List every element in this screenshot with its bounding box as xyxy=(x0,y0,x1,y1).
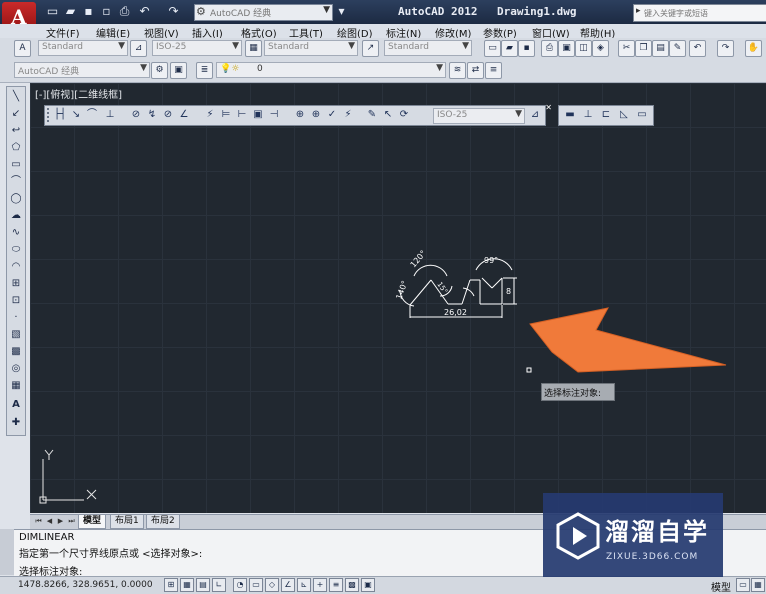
tooltip: 选择标注对象: xyxy=(541,383,615,401)
3d-object-snap-icon[interactable]: ◇ xyxy=(265,578,279,592)
pickbox-cursor xyxy=(526,367,532,373)
dim-angle-label: 140° xyxy=(394,279,409,300)
play-logo-icon xyxy=(556,512,600,560)
dim-angle-label: 99° xyxy=(484,256,498,265)
outline-edge xyxy=(461,279,471,305)
first-tab-icon[interactable]: ⏮ xyxy=(34,517,43,526)
tooltip-text: 选择标注对象: xyxy=(544,389,602,399)
coordinate-readout[interactable]: 1478.8266, 328.9651, 0.0000 xyxy=(18,580,153,590)
watermark-title: 溜溜自学 xyxy=(605,518,709,546)
infer-constraints-icon[interactable]: ⊞ xyxy=(164,578,178,592)
tab-model[interactable]: 模型 xyxy=(78,515,107,529)
tab-layout1[interactable]: 布局1 xyxy=(110,515,144,529)
angle-arc xyxy=(413,264,448,277)
allow-ucs-icon[interactable]: ⊾ xyxy=(297,578,311,592)
snap-mode-icon[interactable]: ▦ xyxy=(180,578,194,592)
dim-vertical-label: 8 xyxy=(506,287,511,296)
quick-view-layouts-icon[interactable]: ▭ xyxy=(736,578,750,592)
dim-angle-label: 15° xyxy=(435,281,449,296)
ucs-icon xyxy=(39,449,97,504)
outline-edge xyxy=(491,277,503,289)
ucs-y-letter xyxy=(44,449,50,456)
quick-properties-icon[interactable]: ▣ xyxy=(361,578,375,592)
object-snap-icon[interactable]: ▭ xyxy=(249,578,263,592)
object-snap-tracking-icon[interactable]: ∠ xyxy=(281,578,295,592)
tab-layout2[interactable]: 布局2 xyxy=(146,515,180,529)
outline-edge xyxy=(409,279,432,306)
lineweight-icon[interactable]: ≡ xyxy=(329,578,343,592)
annotation-arrow xyxy=(529,307,727,373)
prev-tab-icon[interactable]: ◀ xyxy=(45,517,54,526)
model-space-label[interactable]: 模型 xyxy=(711,579,731,594)
quick-view-drawings-icon[interactable]: ▦ xyxy=(751,578,765,592)
transparency-icon[interactable]: ▩ xyxy=(345,578,359,592)
dim-horizontal-label: 26,02 xyxy=(444,308,467,317)
ucs-y-letter xyxy=(48,449,54,456)
next-tab-icon[interactable]: ▶ xyxy=(56,517,65,526)
polar-tracking-icon[interactable]: ◔ xyxy=(233,578,247,592)
grid-display-icon[interactable]: ▤ xyxy=(196,578,210,592)
command-history-line: DIMLINEAR xyxy=(19,532,75,543)
outline-edge xyxy=(481,277,493,289)
last-tab-icon[interactable]: ⏭ xyxy=(67,517,76,526)
dynamic-input-icon[interactable]: + xyxy=(313,578,327,592)
watermark-url: ZIXUE.3D66.COM xyxy=(606,552,699,562)
command-history-line: 指定第一个尺寸界线原点或 <选择对象>: xyxy=(19,549,203,560)
command-line-grip[interactable] xyxy=(0,529,14,575)
ortho-mode-icon[interactable]: ∟ xyxy=(212,578,226,592)
